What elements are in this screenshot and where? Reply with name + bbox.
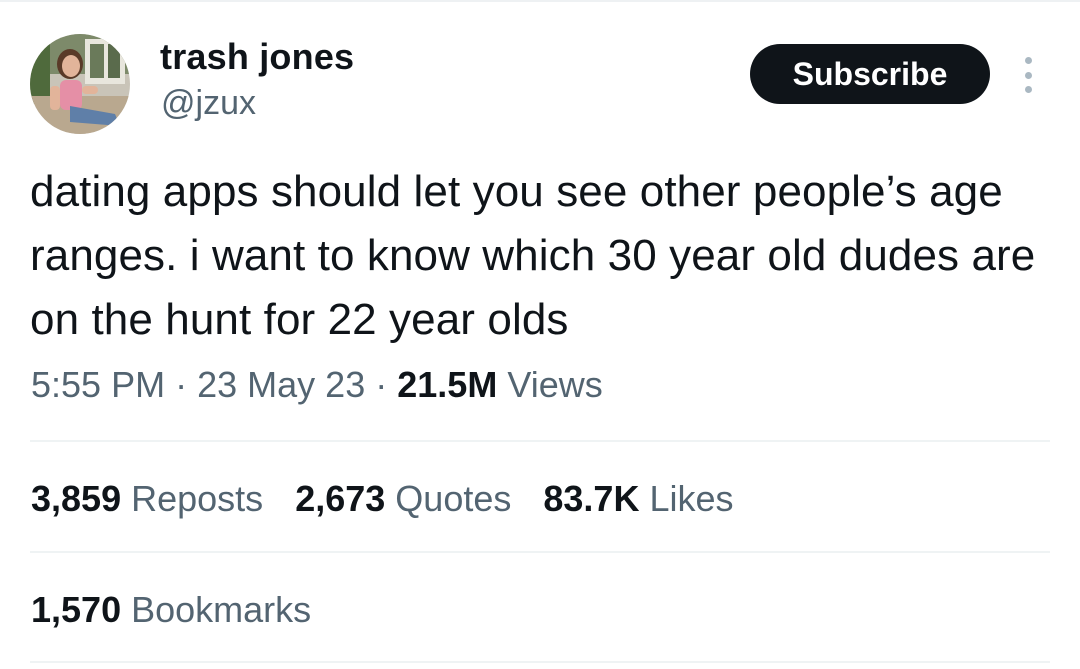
quotes-label: Quotes	[395, 478, 512, 519]
likes-count: 83.7K	[543, 478, 640, 519]
top-divider	[0, 0, 1080, 2]
quotes-count: 2,673	[295, 478, 386, 519]
tweet-detail: trash jones @jzux Subscribe dating apps …	[0, 0, 1080, 669]
views-label: Views	[507, 364, 603, 405]
tweet-date[interactable]: 23 May 23	[197, 364, 365, 405]
likes-label: Likes	[649, 478, 734, 519]
divider	[30, 551, 1050, 553]
divider	[30, 440, 1050, 442]
reposts-stat[interactable]: 3,859 Reposts	[31, 478, 263, 520]
quotes-stat[interactable]: 2,673 Quotes	[295, 478, 511, 520]
more-dot	[1024, 71, 1032, 79]
engagement-stats: 3,859 Reposts 2,673 Quotes 83.7K Likes	[31, 478, 766, 520]
bookmarks-stat[interactable]: 1,570 Bookmarks	[31, 589, 311, 631]
avatar-photo	[30, 34, 130, 134]
more-dot	[1024, 57, 1032, 64]
reposts-count: 3,859	[31, 478, 122, 519]
views-count: 21.5M	[397, 364, 498, 405]
author-handle[interactable]: @jzux	[161, 84, 256, 123]
avatar[interactable]	[30, 34, 130, 134]
tweet-text: dating apps should let you see other peo…	[30, 167, 1036, 344]
likes-stat[interactable]: 83.7K Likes	[543, 478, 733, 520]
meta-separator: ·	[175, 364, 188, 405]
bookmarks-count: 1,570	[31, 589, 122, 630]
more-dot	[1024, 86, 1032, 93]
bookmarks-label: Bookmarks	[131, 589, 312, 630]
divider	[30, 661, 1050, 663]
meta-separator: ·	[375, 364, 388, 405]
more-vertical-icon[interactable]	[1016, 57, 1040, 93]
tweet-time[interactable]: 5:55 PM	[31, 364, 165, 405]
author-name[interactable]: trash jones	[160, 36, 354, 78]
reposts-label: Reposts	[131, 478, 264, 519]
subscribe-button[interactable]: Subscribe	[750, 44, 990, 104]
tweet-meta: 5:55 PM · 23 May 23 · 21.5M Views	[31, 364, 603, 406]
